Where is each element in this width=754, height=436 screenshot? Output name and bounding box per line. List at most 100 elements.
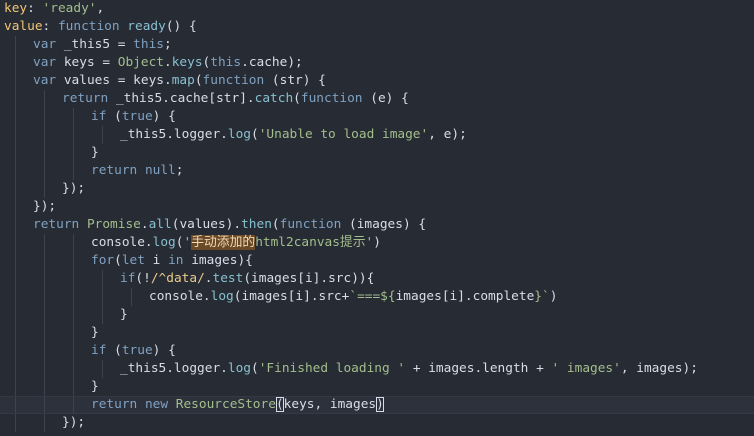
code-token: 'Unable to load image' <box>258 127 429 142</box>
indent-guide <box>15 216 16 234</box>
code-line[interactable]: } <box>0 378 754 396</box>
code-token: function <box>279 217 349 232</box>
indent-guide <box>73 306 74 324</box>
code-token: cache <box>248 55 288 70</box>
indent-guide <box>44 162 45 180</box>
indent-guide <box>73 360 74 378</box>
indent-guide <box>73 288 74 306</box>
code-token: return <box>91 163 145 178</box>
code-token: ). <box>225 217 242 232</box>
code-token: html2canvas提示' <box>255 235 374 250</box>
code-token: if <box>91 109 115 124</box>
code-line[interactable]: return Promise.all(values).then(function… <box>0 216 754 234</box>
matched-bracket: ( <box>275 397 284 412</box>
code-token: ){ <box>237 253 253 268</box>
indent-guide <box>44 108 45 126</box>
code-token: function <box>202 73 272 88</box>
code-line[interactable]: } <box>0 144 754 162</box>
code-line-content: key: 'ready', <box>4 1 104 16</box>
code-token: null <box>144 163 176 178</box>
code-token: all <box>148 217 172 232</box>
code-token: this <box>133 37 164 52</box>
code-line[interactable]: var _this5 = this; <box>0 36 754 54</box>
code-token: ( <box>348 217 357 232</box>
indent-guide <box>15 126 16 144</box>
indent-guide <box>15 252 16 270</box>
code-token: ( <box>114 109 122 124</box>
code-line[interactable]: return null; <box>0 162 754 180</box>
code-token: catch <box>254 91 294 106</box>
code-token: 'Finished loading ' <box>258 361 406 376</box>
code-token: _this5.logger. <box>120 361 228 376</box>
code-token: keys <box>171 55 203 70</box>
code-line[interactable]: if(!/^data/.test(images[i].src)){ <box>0 270 754 288</box>
code-line-current[interactable]: return new ResourceStore(keys, images) <box>0 396 754 414</box>
code-line[interactable]: }); <box>0 180 754 198</box>
code-token: log <box>227 361 251 376</box>
code-line[interactable]: console.log('手动添加的html2canvas提示') <box>0 234 754 252</box>
indent-guide <box>73 234 74 252</box>
matched-bracket: ) <box>376 397 384 412</box>
code-line[interactable]: return _this5.cache[str].catch(function … <box>0 90 754 108</box>
code-token: } <box>91 325 99 340</box>
code-line[interactable]: } <box>0 324 754 342</box>
code-line[interactable]: if (true) { <box>0 342 754 360</box>
code-editor[interactable]: key: 'ready', value: function ready() {va… <box>0 0 754 436</box>
code-line[interactable]: key: 'ready', <box>0 0 754 18</box>
code-token: ( <box>251 361 259 376</box>
code-token: }` <box>534 289 550 304</box>
code-line-content: } <box>91 379 99 394</box>
indent-guide <box>102 306 103 324</box>
indent-guide <box>15 414 16 432</box>
code-token: return <box>91 397 145 412</box>
indent-guide <box>15 397 16 413</box>
code-token: keys, images <box>283 397 377 412</box>
code-line[interactable]: console.log(images[i].src+`===${images[i… <box>0 288 754 306</box>
indent-guide <box>15 378 16 396</box>
indent-guide <box>15 288 16 306</box>
code-token: } <box>91 379 99 394</box>
indent-guide <box>73 342 74 360</box>
code-token: (! <box>135 271 151 286</box>
indent-guide <box>44 126 45 144</box>
code-line-content: console.log('手动添加的html2canvas提示') <box>91 235 381 250</box>
code-line[interactable]: if (true) { <box>0 108 754 126</box>
code-token: then <box>241 217 272 232</box>
code-line[interactable]: }); <box>0 198 754 216</box>
indent-guide <box>102 288 103 306</box>
code-token: log <box>210 289 234 304</box>
code-token: ) { <box>152 343 176 358</box>
code-token: + images.length + <box>405 361 552 376</box>
indent-guide <box>15 180 16 198</box>
code-line[interactable]: _this5.logger.log('Finished loading ' + … <box>0 360 754 378</box>
indent-guide <box>44 414 45 432</box>
code-line[interactable]: _this5.logger.log('Unable to load image'… <box>0 126 754 144</box>
code-token: ( <box>271 73 280 88</box>
code-line[interactable]: }); <box>0 414 754 432</box>
code-token: . <box>164 55 172 70</box>
indent-guide <box>73 324 74 342</box>
code-token: values = keys. <box>63 73 172 88</box>
code-line[interactable]: var values = keys.map(function (str) { <box>0 72 754 90</box>
indent-guide <box>15 36 16 54</box>
code-line-content: var keys = Object.keys(this.cache); <box>33 55 303 70</box>
code-line-content: var values = keys.map(function (str) { <box>33 73 326 88</box>
code-line[interactable]: value: function ready() { <box>0 18 754 36</box>
indent-guide <box>73 144 74 162</box>
code-line[interactable]: for(let i in images){ <box>0 252 754 270</box>
code-line[interactable]: } <box>0 306 754 324</box>
code-token: e <box>377 91 386 106</box>
indent-guide <box>15 324 16 342</box>
indent-guide <box>44 360 45 378</box>
code-token: _this5.logger. <box>120 127 228 142</box>
code-token: in <box>168 253 192 268</box>
code-token: console. <box>91 235 153 250</box>
code-token: 'ready' <box>42 1 97 16</box>
code-line-content: } <box>120 307 128 322</box>
code-token: images <box>636 361 683 376</box>
code-token: } <box>120 307 128 322</box>
code-token: ( <box>114 253 122 268</box>
code-token: value <box>4 19 43 34</box>
indent-guide <box>73 126 74 144</box>
code-line[interactable]: var keys = Object.keys(this.cache); <box>0 54 754 72</box>
